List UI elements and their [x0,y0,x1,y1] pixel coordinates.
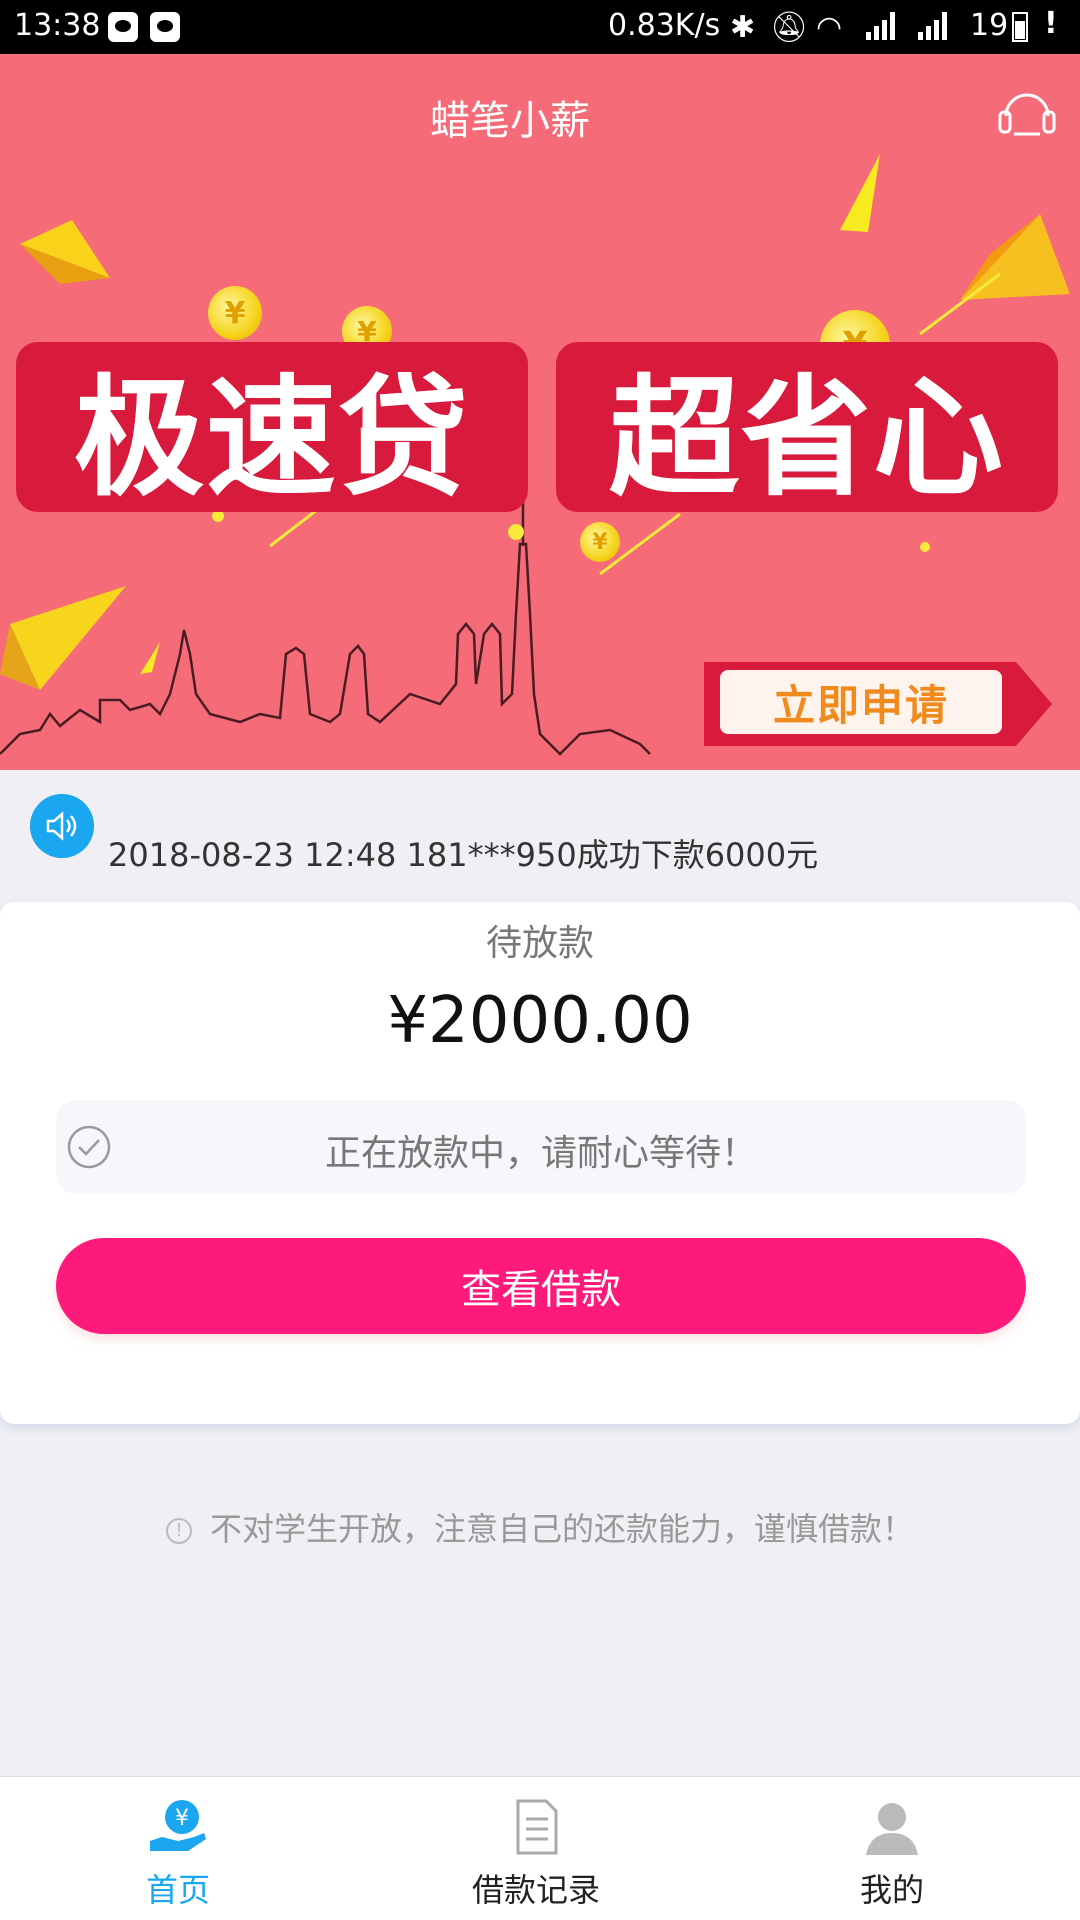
bluetooth-icon: ✱ [730,10,756,45]
document-icon [516,1799,558,1855]
message-notification-icon [108,12,138,42]
signal-icon [918,12,952,40]
warning-text: 不对学生开放，注意自己的还款能力，谨慎借款！ [209,1510,914,1548]
battery-level: 19 [970,8,1009,43]
slogan-left-box: 极速贷 [16,342,528,514]
app-title: 蜡笔小薪 [430,98,590,144]
apply-now-label: 立即申请 [720,670,1002,734]
loan-status-label: 待放款 [485,923,594,964]
status-bar: 13:38 0.83K/s ✱ 🔕︎ ◠ 19 ! [0,0,1080,54]
view-loan-button[interactable]: 查看借款 [56,1238,1026,1334]
user-icon [866,1803,918,1855]
customer-service-icon[interactable] [996,82,1058,144]
network-speed: 0.83K/s [608,8,721,43]
speaker-icon [30,794,94,858]
wifi-icon: ◠ [816,10,843,45]
signal-icon [866,12,900,40]
sparkle-dot [508,524,524,540]
loan-status-message-box: 正在放款中，请耐心等待！ [56,1100,1026,1194]
promo-banner[interactable]: 蜡笔小薪 ¥ ¥ ¥ ¥ 极速贷 超省心 立即申请 [0,54,1080,770]
loan-status-message: 正在放款中，请耐心等待！ [324,1133,757,1174]
tab-home-label: 首页 [145,1871,210,1909]
bottom-tab-bar: ¥ 首页 借款记录 我的 [0,1776,1080,1920]
coin-icon: ¥ [208,286,262,340]
slogan-right: 超省心 [608,362,1005,514]
coin-icon: ¥ [580,522,620,562]
message-notification-icon [150,12,180,42]
notice-text: 2018-08-23 12:48 181***950成功下款6000元 [108,836,819,874]
alert-indicator: ! [1044,6,1058,41]
apply-now-button[interactable]: 立即申请 [700,656,1056,752]
tab-home[interactable]: ¥ 首页 [78,1777,278,1920]
mute-icon: 🔕︎ [770,10,809,45]
tab-loan-records[interactable]: 借款记录 [436,1777,636,1920]
status-time: 13:38 [14,8,101,43]
info-icon: ! [165,1518,192,1544]
loan-status-card: 待放款 ¥2000.00 正在放款中，请耐心等待！ 查看借款 [0,902,1080,1424]
home-yen-icon: ¥ [150,1800,206,1851]
sparkle-dot [920,542,930,552]
notice-bar: 2018-08-23 12:48 181***950成功下款6000元 [0,770,1080,900]
slogan-right-box: 超省心 [556,342,1058,514]
tab-loan-records-label: 借款记录 [471,1871,600,1909]
slogan-left: 极速贷 [73,362,470,514]
warning-notice: ! 不对学生开放，注意自己的还款能力，谨慎借款！ [0,1504,1080,1550]
svg-text:¥: ¥ [175,1806,189,1831]
loan-amount: ¥2000.00 [387,984,693,1058]
tab-mine[interactable]: 我的 [792,1777,992,1920]
tab-mine-label: 我的 [859,1871,924,1909]
battery-icon [1012,12,1028,42]
